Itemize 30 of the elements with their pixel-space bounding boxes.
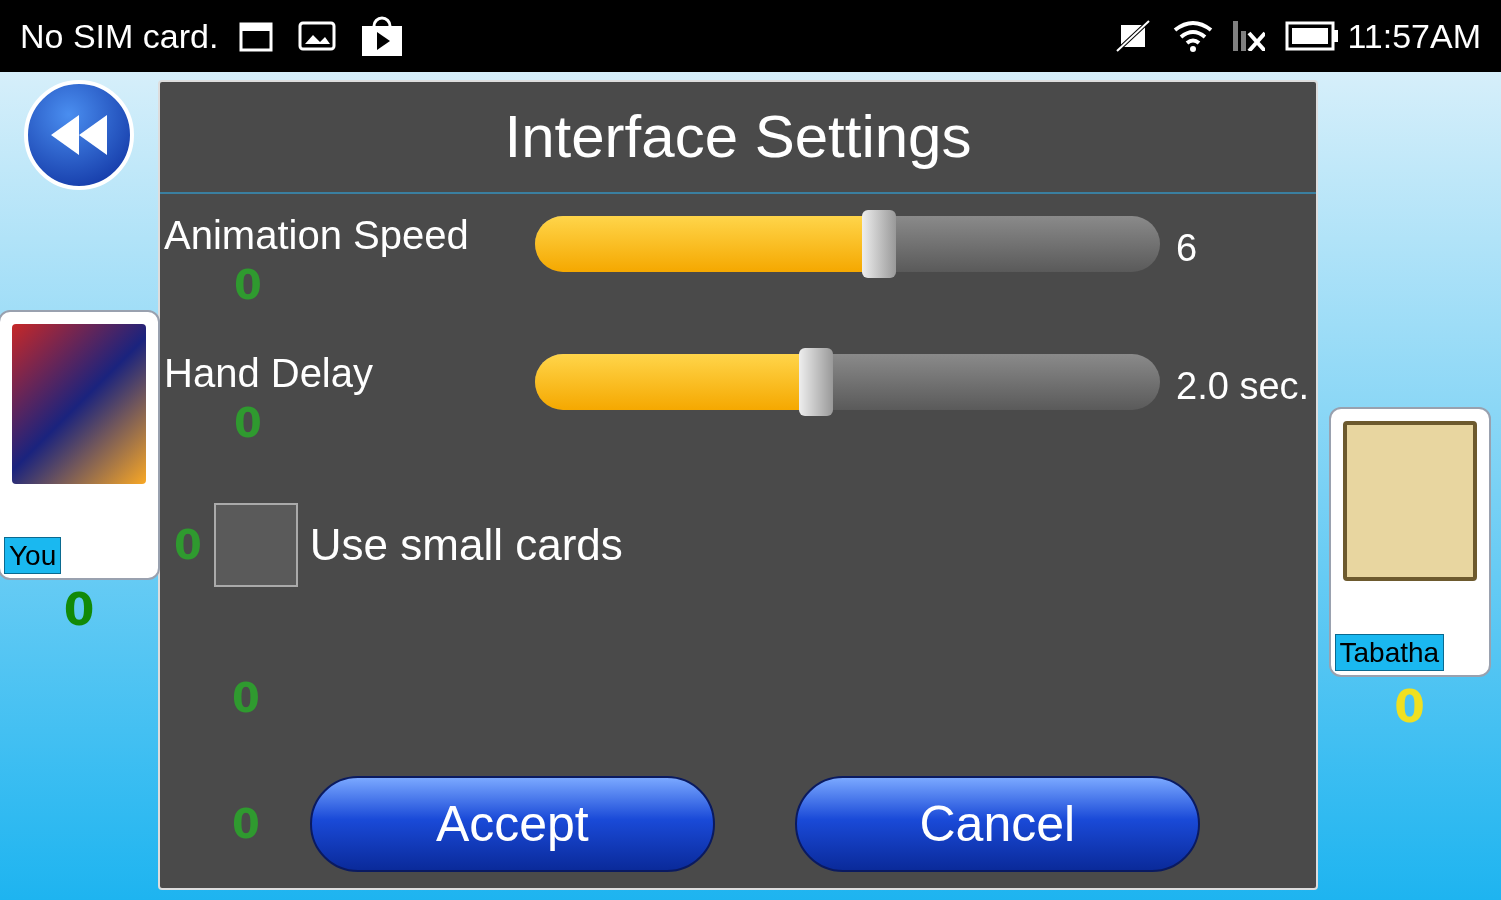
pile-count: 0 bbox=[234, 399, 262, 448]
image-icon bbox=[298, 21, 337, 51]
slider-thumb[interactable] bbox=[799, 348, 834, 416]
signal-icon bbox=[1233, 21, 1266, 51]
slider-reading: 6 bbox=[1176, 226, 1198, 271]
wifi-icon bbox=[1173, 20, 1214, 52]
player-name: Tabatha bbox=[1334, 634, 1445, 671]
clock-text: 11:57AM bbox=[1347, 15, 1481, 57]
slider-label: Hand Delay bbox=[164, 350, 374, 397]
slider[interactable] bbox=[535, 348, 1160, 416]
dialog-title: Interface Settings bbox=[504, 102, 972, 172]
player-name: You bbox=[4, 537, 62, 574]
dialog-button[interactable]: Cancel bbox=[794, 776, 1200, 872]
checkbox-label: Use small cards bbox=[309, 519, 623, 571]
carrier-text: No SIM card. bbox=[20, 15, 219, 57]
slider[interactable] bbox=[535, 210, 1160, 278]
pile-count: 0 bbox=[232, 674, 260, 723]
slider-thumb[interactable] bbox=[861, 210, 896, 278]
pile-count: 0 bbox=[232, 800, 260, 849]
shopping-bag-icon bbox=[360, 16, 405, 56]
dialog-button[interactable]: Accept bbox=[309, 776, 715, 872]
rewind-icon bbox=[49, 113, 109, 157]
slider-label: Animation Speed bbox=[164, 212, 470, 259]
slider-reading: 2.0 sec. bbox=[1176, 364, 1310, 409]
battery-icon bbox=[1285, 21, 1340, 51]
player-score: 0 bbox=[63, 588, 95, 632]
checkbox[interactable] bbox=[213, 503, 298, 587]
player-score: 0 bbox=[1394, 685, 1425, 729]
pile-count: 0 bbox=[234, 261, 262, 310]
pile-count: 0 bbox=[174, 521, 202, 570]
